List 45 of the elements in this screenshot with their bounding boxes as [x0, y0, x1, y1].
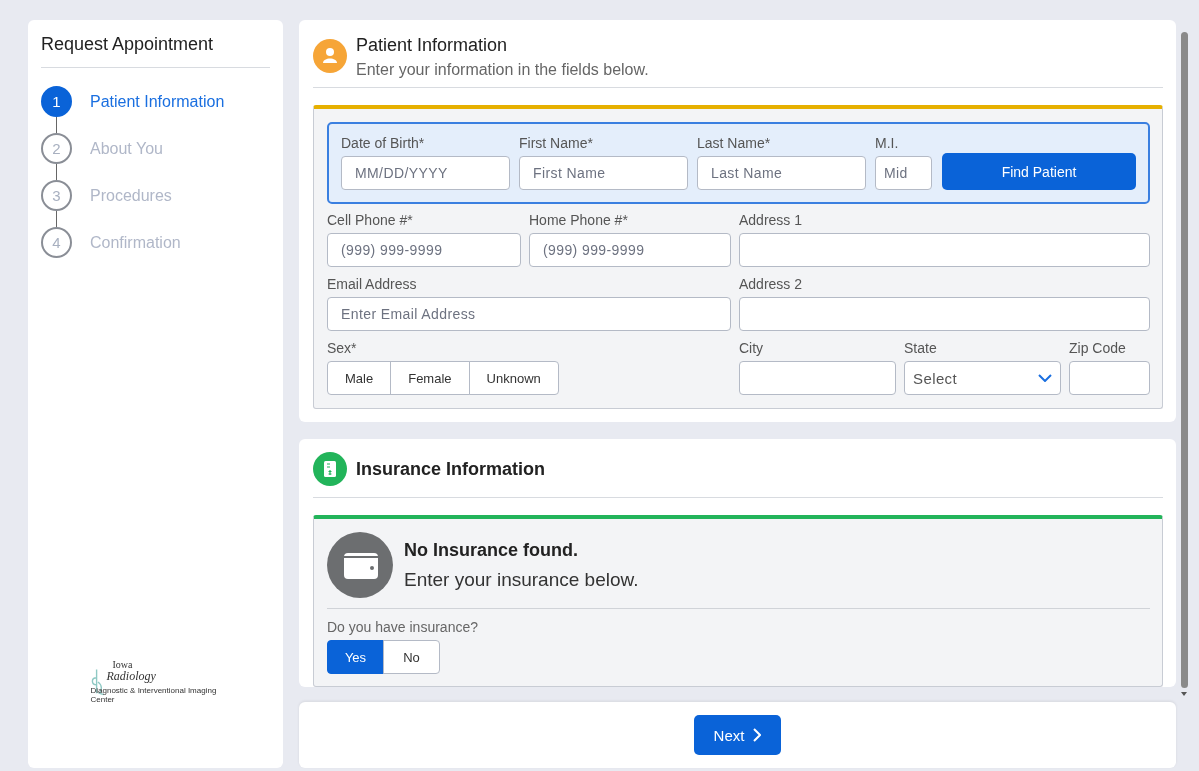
input-field[interactable]: (999) 999-9999	[327, 233, 521, 267]
input-field[interactable]	[739, 233, 1150, 267]
field-label: Zip Code	[1069, 340, 1127, 356]
step-item[interactable]: 1 Patient Information	[41, 86, 270, 117]
field-label: First Name*	[519, 135, 594, 151]
question-label: Do you have insurance?	[327, 619, 479, 635]
section-subtitle: Enter your information in the fields below.	[356, 61, 649, 79]
sex-option[interactable]: Unknown	[468, 361, 559, 395]
sex-option[interactable]: Female	[390, 361, 470, 395]
input-field[interactable]: Enter Email Address	[327, 297, 731, 331]
field-label: M.I.	[875, 135, 900, 151]
field-label: Sex*	[327, 340, 358, 356]
document-icon	[313, 452, 347, 486]
input-field[interactable]	[739, 297, 1150, 331]
state-dropdown[interactable]: Select	[904, 361, 1061, 395]
input-field[interactable]	[739, 361, 896, 395]
input-field[interactable]: First Name	[519, 156, 688, 190]
section-title: Patient Information	[356, 35, 509, 56]
input-field[interactable]: MM/DD/YYYY	[341, 156, 510, 190]
section-title: Insurance Information	[356, 458, 546, 480]
notice-text: Enter your insurance below.	[404, 568, 639, 591]
next-button[interactable]: Next	[694, 715, 781, 755]
field-label: Home Phone #*	[529, 212, 629, 228]
field-label: Address 2	[739, 276, 804, 292]
field-label: State	[904, 340, 938, 356]
sex-option[interactable]: Male	[327, 361, 392, 395]
field-label: Cell Phone #*	[327, 212, 414, 228]
field-label: Last Name*	[697, 135, 772, 151]
field-label: City	[739, 340, 765, 356]
notice-title: No Insurance found.	[404, 539, 579, 561]
sidebar-title: Request Appointment	[41, 20, 270, 68]
input-field[interactable]: (999) 999-9999	[529, 233, 731, 267]
person-icon	[313, 39, 347, 73]
field-label: Email Address	[327, 276, 418, 292]
input-field[interactable]	[1069, 361, 1150, 395]
chevron-down-icon	[1038, 374, 1052, 382]
insurance-option[interactable]: No	[383, 640, 440, 674]
find-patient-button[interactable]: Find Patient	[942, 153, 1136, 190]
input-field[interactable]: Mid	[875, 156, 932, 190]
field-label: Address 1	[739, 212, 804, 228]
chevron-right-icon	[753, 728, 762, 742]
wallet-icon	[327, 532, 393, 598]
field-label: Date of Birth*	[341, 135, 426, 151]
insurance-option[interactable]: Yes	[327, 640, 384, 674]
input-field[interactable]: Last Name	[697, 156, 866, 190]
